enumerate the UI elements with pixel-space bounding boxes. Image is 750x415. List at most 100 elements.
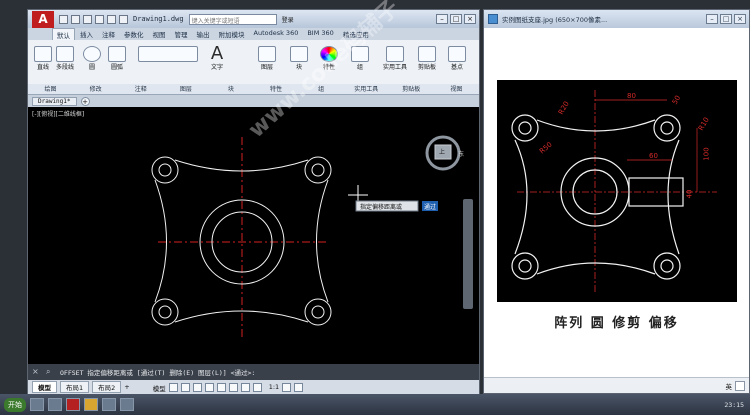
tab-parametric[interactable]: 参数化 <box>120 28 148 40</box>
hole-tl <box>158 163 172 177</box>
viewer-zoom-label[interactable]: 英 <box>726 381 733 391</box>
system-clock[interactable]: 23:15 <box>724 401 750 409</box>
layout-tab-1[interactable]: 布局1 <box>60 381 90 393</box>
line-tool[interactable]: 直线 <box>34 46 52 71</box>
basepoint-icon <box>448 46 466 62</box>
tab-bim360[interactable]: BIM 360 <box>303 28 337 40</box>
window-controls: – □ × <box>436 14 479 24</box>
minimize-button[interactable]: – <box>436 14 448 24</box>
group-tool[interactable]: 组 <box>351 46 369 71</box>
add-layout-button[interactable]: + <box>124 383 129 391</box>
panel-draw[interactable]: 绘图 <box>28 84 73 94</box>
polar-icon[interactable] <box>204 382 214 392</box>
maximize-button[interactable]: □ <box>450 14 462 24</box>
basepoint-tool[interactable]: 基点 <box>448 46 466 71</box>
login-link[interactable]: 登录 <box>282 15 294 24</box>
viewer-taskbar-icon[interactable] <box>120 398 134 411</box>
panel-layers[interactable]: 图层 <box>163 84 208 94</box>
layout-tab-2[interactable]: 布局2 <box>92 381 122 393</box>
properties-tool[interactable]: 特性 <box>320 46 338 71</box>
line-icon <box>34 46 52 62</box>
clipboard-tool[interactable]: 剪贴板 <box>418 46 436 71</box>
autocad-taskbar-icon[interactable] <box>66 398 80 411</box>
save-icon[interactable] <box>83 14 92 24</box>
otrack-icon[interactable] <box>228 382 238 392</box>
open-file-icon[interactable] <box>71 14 80 24</box>
panel-groups[interactable]: 组 <box>299 84 344 94</box>
model-space-label[interactable]: 模型 <box>153 383 166 393</box>
redo-icon[interactable] <box>119 14 128 24</box>
tab-manage[interactable]: 管理 <box>171 28 192 40</box>
tab-view[interactable]: 视图 <box>149 28 170 40</box>
hole-br <box>311 305 325 319</box>
drawing-canvas[interactable]: [-][俯视][二维线框] 指定偏移距离或 通过 上 东 <box>28 107 479 364</box>
command-line[interactable]: × ⌕ OFFSET 指定偏移距离或 [通过(T) 删除(E) 图层(L)] <… <box>28 364 479 380</box>
block-tool[interactable]: 块 <box>290 46 308 71</box>
clipboard-icon <box>418 46 436 62</box>
cad-drawing <box>151 137 438 337</box>
tab-insert[interactable]: 插入 <box>76 28 97 40</box>
viewer-minimize-button[interactable]: – <box>706 14 718 24</box>
close-command-icon[interactable]: × <box>32 367 42 377</box>
layout-tab-model[interactable]: 模型 <box>32 381 57 393</box>
arc-icon <box>108 46 126 62</box>
panel-annotation[interactable]: 注释 <box>118 84 163 94</box>
group-icon <box>351 46 369 62</box>
browser-taskbar-icon[interactable] <box>48 398 62 411</box>
panel-clipboard[interactable]: 剪贴板 <box>389 84 434 94</box>
polyline-tool[interactable]: 多段线 <box>56 46 74 71</box>
autocad-logo-icon[interactable]: A <box>32 10 54 28</box>
lineweight-icon[interactable] <box>240 382 250 392</box>
panel-utilities[interactable]: 实用工具 <box>344 84 389 94</box>
dim-100: 100 <box>702 147 711 161</box>
media-taskbar-icon[interactable] <box>102 398 116 411</box>
viewer-settings-icon[interactable] <box>735 380 745 391</box>
new-file-icon[interactable] <box>59 14 68 24</box>
dynamic-input-value[interactable]: 通过 <box>424 202 436 211</box>
tab-addins[interactable]: 附加模块 <box>215 28 249 40</box>
utilities-tool[interactable]: 实用工具 <box>383 46 407 71</box>
text-tool[interactable]: A 文字 <box>208 45 226 72</box>
folder-taskbar-icon[interactable] <box>84 398 98 411</box>
tab-default[interactable]: 默认 <box>52 28 75 40</box>
new-tab-button[interactable]: + <box>80 96 90 106</box>
arc-tool[interactable]: 圆弧 <box>108 46 126 71</box>
snap-icon[interactable] <box>180 382 190 392</box>
circle-tool[interactable]: 圆 <box>83 46 101 71</box>
undo-icon[interactable] <box>107 14 116 24</box>
tab-featured-apps[interactable]: 精选应用 <box>339 28 373 40</box>
customize-icon[interactable] <box>294 382 304 392</box>
color-wheel-icon <box>320 46 338 62</box>
layers-tool[interactable]: 图层 <box>258 46 276 71</box>
osnap-icon[interactable] <box>216 382 226 392</box>
panel-modify[interactable]: 修改 <box>73 84 118 94</box>
annotation-icon[interactable] <box>252 382 262 392</box>
viewer-close-button[interactable]: × <box>734 14 746 24</box>
file-tab-drawing1[interactable]: Drawing1* <box>32 96 77 106</box>
panel-view[interactable]: 视图 <box>434 84 479 94</box>
ortho-icon[interactable] <box>192 382 202 392</box>
grid-icon[interactable] <box>168 382 178 392</box>
tab-output[interactable]: 输出 <box>193 28 214 40</box>
polyline-icon <box>56 46 74 62</box>
hole-bl <box>158 305 172 319</box>
print-icon[interactable] <box>95 14 104 24</box>
workspace-gear-icon[interactable] <box>282 382 292 392</box>
search-command-icon[interactable]: ⌕ <box>46 367 56 377</box>
boss-tr-outer <box>304 156 332 184</box>
tab-autodesk360[interactable]: Autodesk 360 <box>250 28 303 40</box>
annotation-scale[interactable]: 1:1 <box>269 383 279 392</box>
tab-annotate[interactable]: 注释 <box>98 28 119 40</box>
panel-properties[interactable]: 特性 <box>253 84 298 94</box>
viewcube[interactable]: 上 东 <box>423 131 464 177</box>
explorer-taskbar-icon[interactable] <box>30 398 44 411</box>
modify-tools[interactable] <box>138 46 198 62</box>
viewer-maximize-button[interactable]: □ <box>720 14 732 24</box>
panel-block[interactable]: 块 <box>208 84 253 94</box>
navigation-bar[interactable] <box>463 199 473 309</box>
close-button[interactable]: × <box>464 14 476 24</box>
start-button[interactable]: 开始 <box>4 397 26 412</box>
file-tabs: Drawing1* + <box>28 95 479 107</box>
arc-left <box>154 179 167 303</box>
search-input[interactable]: 键入关键字或短语 <box>188 13 277 25</box>
